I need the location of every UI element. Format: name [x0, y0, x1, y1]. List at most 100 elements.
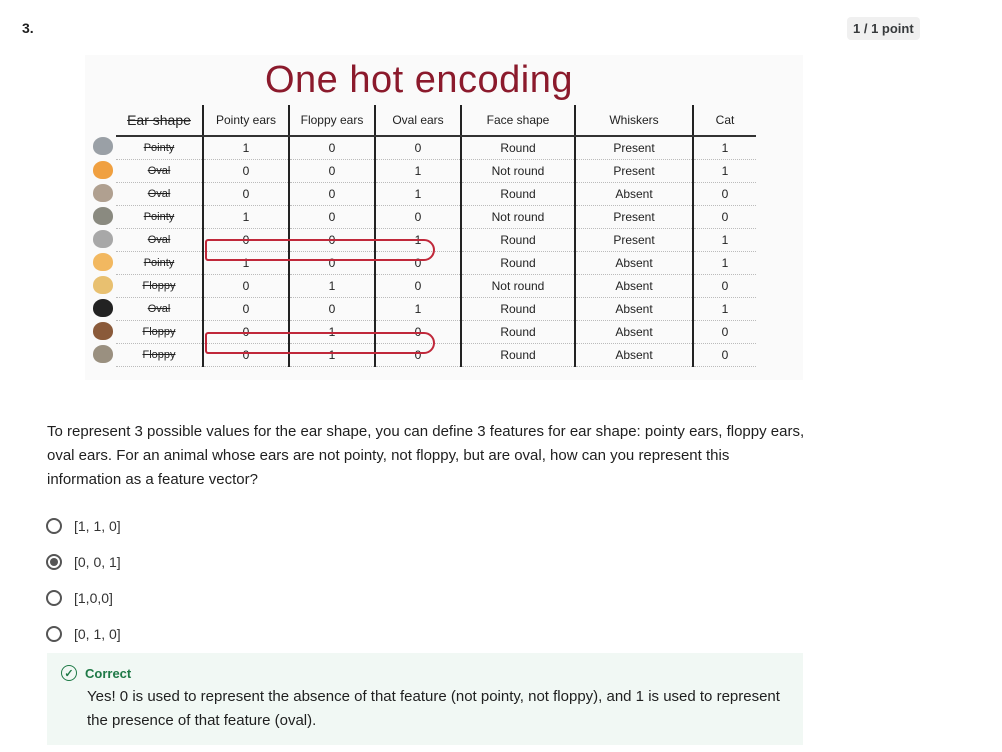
header-cat: Cat	[693, 105, 756, 137]
face-shape-cell: Round	[461, 136, 576, 160]
answer-option[interactable]: [1, 1, 0]	[46, 508, 121, 544]
table-row: Oval 0 0 1 Round Absent 1	[90, 297, 756, 321]
face-shape-cell: Round	[461, 320, 576, 344]
answer-option-label: [1,0,0]	[74, 590, 113, 606]
figure-title: One hot encoding	[264, 59, 573, 101]
floppy-ears-cell: 0	[289, 182, 376, 206]
check-circle-icon: ✓	[61, 665, 77, 681]
whiskers-cell: Present	[575, 205, 694, 229]
cat-cell: 0	[693, 343, 756, 367]
animal-cell	[90, 206, 116, 229]
face-shape-cell: Round	[461, 228, 576, 252]
feedback-header: ✓ Correct	[61, 665, 131, 681]
oval-ears-cell: 1	[375, 297, 462, 321]
face-shape-cell: Not round	[461, 205, 576, 229]
face-shape-cell: Round	[461, 343, 576, 367]
table-header-row: Ear shape Pointy ears Floppy ears Oval e…	[90, 105, 756, 137]
cat-cell: 0	[693, 320, 756, 344]
answer-option[interactable]: [0, 1, 0]	[46, 616, 121, 652]
whiskers-cell: Absent	[575, 320, 694, 344]
cat-cell: 1	[693, 159, 756, 183]
whiskers-cell: Present	[575, 228, 694, 252]
animal-face-icon	[93, 229, 113, 248]
animal-cell	[90, 160, 116, 183]
table-row: Pointy 1 0 0 Not round Present 0	[90, 205, 756, 229]
feedback-text: Yes! 0 is used to represent the absence …	[87, 688, 780, 729]
oval-ears-cell: 0	[375, 205, 462, 229]
animal-cell	[90, 344, 116, 367]
floppy-ears-cell: 0	[289, 136, 376, 160]
table-row: Pointy 1 0 0 Round Present 1	[90, 136, 756, 160]
table-row: Oval 0 0 1 Not round Present 1	[90, 159, 756, 183]
animal-face-icon	[93, 137, 113, 156]
radio-selected-icon[interactable]	[46, 554, 62, 570]
header-oval-ears: Oval ears	[375, 105, 462, 137]
cat-cell: 0	[693, 205, 756, 229]
ear-shape-cell: Oval	[116, 159, 204, 183]
highlight-floppy-row	[205, 332, 435, 354]
cat-cell: 0	[693, 182, 756, 206]
answer-options: [1, 1, 0] [0, 0, 1] [1,0,0] [0, 1, 0]	[46, 508, 121, 652]
header-face-shape: Face shape	[461, 105, 576, 137]
whiskers-cell: Absent	[575, 182, 694, 206]
oval-ears-cell: 1	[375, 182, 462, 206]
floppy-ears-cell: 0	[289, 297, 376, 321]
animal-face-icon	[93, 252, 113, 271]
face-shape-cell: Round	[461, 297, 576, 321]
oval-ears-cell: 0	[375, 136, 462, 160]
whiskers-cell: Present	[575, 159, 694, 183]
cat-cell: 1	[693, 251, 756, 275]
ear-shape-cell: Floppy	[116, 320, 204, 344]
whiskers-cell: Absent	[575, 297, 694, 321]
whiskers-cell: Absent	[575, 274, 694, 298]
cat-cell: 1	[693, 297, 756, 321]
animal-cell	[90, 275, 116, 298]
ear-shape-cell: Oval	[116, 228, 204, 252]
answer-option[interactable]: [1,0,0]	[46, 580, 121, 616]
pointy-ears-cell: 0	[203, 159, 290, 183]
face-shape-cell: Not round	[461, 274, 576, 298]
encoding-table: Ear shape Pointy ears Floppy ears Oval e…	[90, 105, 756, 367]
face-shape-cell: Not round	[461, 159, 576, 183]
ear-shape-cell: Oval	[116, 297, 204, 321]
header-ear-shape: Ear shape	[116, 105, 204, 137]
header-pointy-ears: Pointy ears	[203, 105, 290, 137]
face-shape-cell: Round	[461, 182, 576, 206]
floppy-ears-cell: 0	[289, 159, 376, 183]
pointy-ears-cell: 1	[203, 136, 290, 160]
animal-cell	[90, 252, 116, 275]
ear-shape-cell: Floppy	[116, 274, 204, 298]
one-hot-encoding-figure: One hot encoding Ear shape Pointy ears F…	[85, 55, 803, 380]
radio-icon[interactable]	[46, 626, 62, 642]
animal-face-icon	[93, 183, 113, 202]
floppy-ears-cell: 0	[289, 205, 376, 229]
animal-cell	[90, 136, 116, 160]
pointy-ears-cell: 0	[203, 274, 290, 298]
ear-shape-cell: Oval	[116, 182, 204, 206]
ear-shape-cell: Floppy	[116, 343, 204, 367]
cat-cell: 1	[693, 136, 756, 160]
pointy-ears-cell: 1	[203, 205, 290, 229]
animal-face-icon	[93, 275, 113, 294]
table-row: Floppy 0 1 0 Not round Absent 0	[90, 274, 756, 298]
answer-option-label: [0, 1, 0]	[74, 626, 121, 642]
answer-option[interactable]: [0, 0, 1]	[46, 544, 121, 580]
answer-option-label: [0, 0, 1]	[74, 554, 121, 570]
animal-face-icon	[93, 206, 113, 225]
radio-icon[interactable]	[46, 518, 62, 534]
points-badge: 1 / 1 point	[847, 17, 920, 40]
animal-cell	[90, 183, 116, 206]
feedback-status: Correct	[85, 665, 132, 681]
radio-icon[interactable]	[46, 590, 62, 606]
ear-shape-cell: Pointy	[116, 205, 204, 229]
table-row: Oval 0 0 1 Round Absent 0	[90, 182, 756, 206]
ear-shape-cell: Pointy	[116, 251, 204, 275]
animal-cell	[90, 229, 116, 252]
highlight-oval-row	[205, 239, 435, 261]
animal-face-icon	[93, 160, 113, 179]
cat-cell: 1	[693, 228, 756, 252]
face-shape-cell: Round	[461, 251, 576, 275]
header-whiskers: Whiskers	[575, 105, 694, 137]
animal-face-icon	[93, 321, 113, 340]
animal-face-icon	[93, 298, 113, 317]
